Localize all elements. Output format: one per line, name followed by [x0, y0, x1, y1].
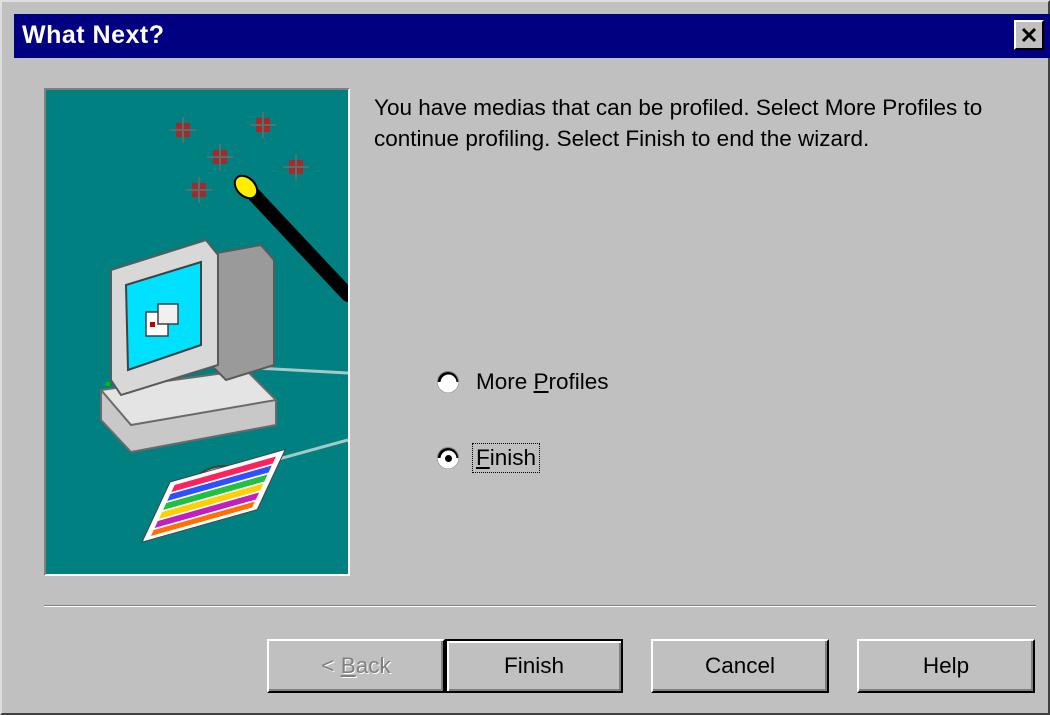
radio-more-profiles[interactable]: More Profiles — [436, 365, 611, 399]
separator — [44, 605, 1036, 607]
title-bar[interactable]: What Next? — [14, 14, 1050, 58]
wizard-dialog: What Next? You have medias that can be p… — [0, 0, 1050, 715]
radio-checked-icon — [437, 447, 459, 469]
help-button[interactable]: Help — [857, 639, 1035, 693]
back-button[interactable]: < Back — [267, 639, 445, 693]
radio-more-profiles-label: More Profiles — [476, 369, 609, 394]
wizard-message: You have medias that can be profiled. Se… — [374, 95, 983, 151]
radio-finish-label: Finish — [471, 443, 541, 473]
radio-finish[interactable]: Finish — [436, 441, 541, 475]
cancel-button[interactable]: Cancel — [651, 639, 829, 693]
close-button[interactable] — [1014, 20, 1044, 50]
radio-unchecked-icon — [437, 371, 459, 393]
color-target — [141, 448, 287, 543]
computer — [99, 238, 279, 454]
wizard-illustration — [44, 88, 350, 576]
dialog-title: What Next? — [22, 21, 165, 49]
finish-button[interactable]: Finish — [445, 639, 623, 693]
close-icon — [1021, 27, 1037, 43]
